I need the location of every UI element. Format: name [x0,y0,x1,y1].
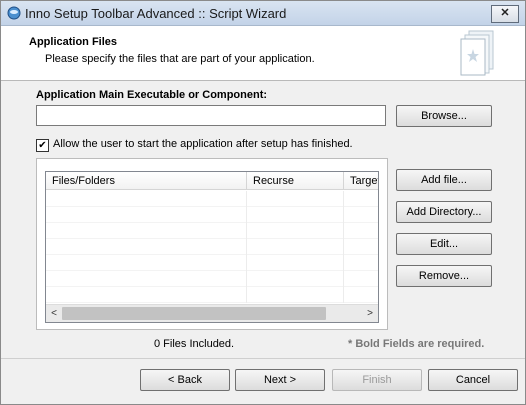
column-header-recurse[interactable]: Recurse [247,172,344,190]
page-subtitle: Please specify the files that are part o… [45,53,315,65]
column-header-target[interactable]: Target F [344,172,378,190]
window-title: Inno Setup Toolbar Advanced :: Script Wi… [25,6,287,21]
scroll-left-arrow[interactable]: < [47,306,61,321]
remove-button[interactable]: Remove... [396,265,492,287]
allow-start-label: Allow the user to start the application … [53,138,353,150]
column-divider [343,191,344,303]
back-button[interactable]: < Back [140,369,230,391]
inno-setup-icon [7,6,21,20]
required-note: * Bold Fields are required. [348,338,485,350]
scroll-right-arrow[interactable]: > [363,306,377,321]
add-directory-button[interactable]: Add Directory... [396,201,492,223]
browse-button[interactable]: Browse... [396,105,492,127]
close-button[interactable]: ✕ [491,5,519,23]
files-group: Files/Folders Recurse Target F < > [36,158,388,330]
main-exe-label: Application Main Executable or Component… [36,89,268,101]
footer-divider [1,358,525,359]
scroll-thumb[interactable] [62,307,326,320]
next-button[interactable]: Next > [235,369,325,391]
files-count: 0 Files Included. [154,338,235,350]
cancel-button[interactable]: Cancel [428,369,518,391]
add-file-button[interactable]: Add file... [396,169,492,191]
browse-label: Browse... [421,110,467,122]
column-divider [246,191,247,303]
horizontal-scrollbar[interactable]: < > [46,304,378,322]
wizard-window: Inno Setup Toolbar Advanced :: Script Wi… [0,0,526,405]
document-star-icon [460,30,494,76]
list-rows-area[interactable] [46,191,378,303]
main-exe-input[interactable] [36,105,386,126]
finish-button[interactable]: Finish [332,369,422,391]
edit-button[interactable]: Edit... [396,233,492,255]
files-list[interactable]: Files/Folders Recurse Target F < > [45,171,379,323]
page-title: Application Files [29,36,118,48]
page-header: Application Files Please specify the fil… [1,26,525,81]
column-header-files[interactable]: Files/Folders [46,172,247,190]
allow-start-checkbox[interactable]: ✔ [36,139,49,152]
title-bar[interactable]: Inno Setup Toolbar Advanced :: Script Wi… [1,1,525,26]
